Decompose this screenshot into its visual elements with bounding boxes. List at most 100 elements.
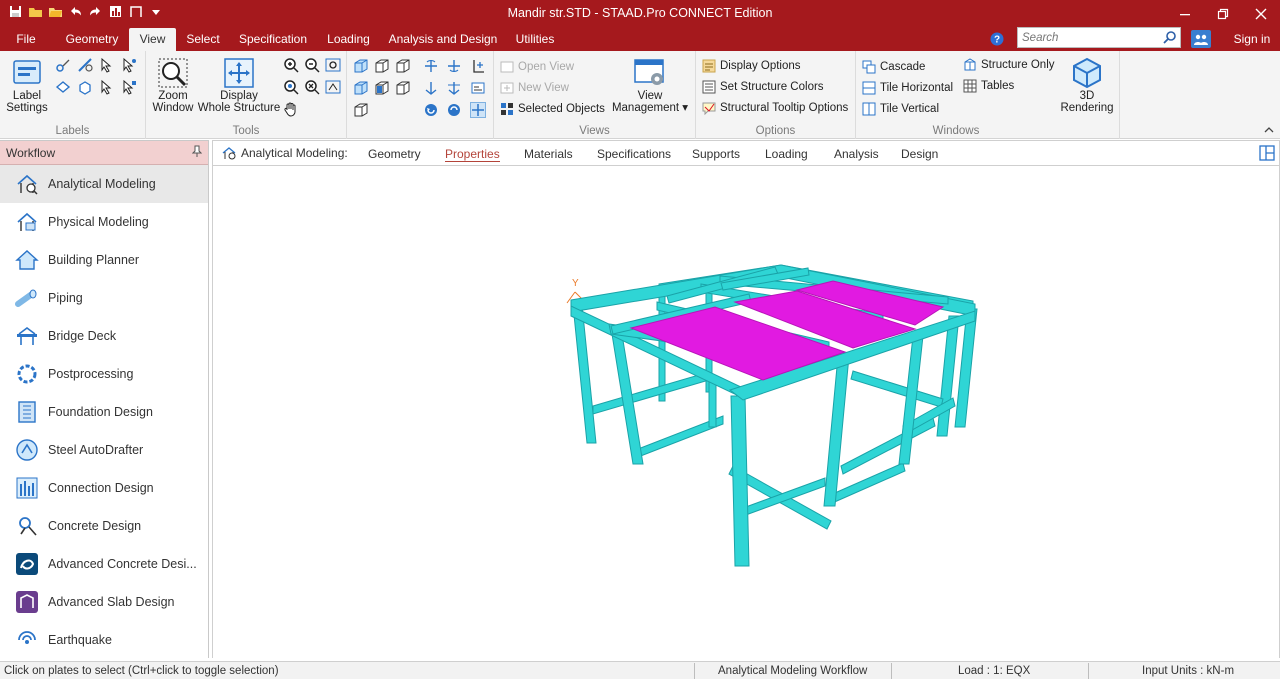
search-icon[interactable] [1163, 30, 1177, 47]
tie-beam [827, 462, 906, 505]
3d-rendering-button[interactable]: 3D Rendering [1058, 57, 1116, 114]
structure-only-button[interactable]: Structure Only [963, 58, 1055, 72]
house-icon [15, 248, 39, 272]
tile-vertical-button[interactable]: Tile Vertical [862, 102, 939, 116]
select-arrow-icon[interactable] [99, 57, 115, 73]
structure-viewport[interactable]: Y [212, 166, 1280, 658]
select-plate-arrow-icon[interactable] [121, 79, 137, 95]
front-view-icon[interactable] [353, 58, 369, 74]
tab-view[interactable]: View [129, 28, 176, 51]
workflow-item[interactable]: Connection Design [0, 469, 208, 507]
workflow-item[interactable]: Concrete Design [0, 507, 208, 545]
page-tab-specifications[interactable]: Specifications [597, 147, 671, 161]
rotate-down-icon[interactable] [446, 80, 462, 96]
set-structure-colors-button[interactable]: Set Structure Colors [702, 80, 824, 94]
minimize-button[interactable] [1166, 0, 1204, 28]
tab-file[interactable]: File [6, 28, 46, 51]
spin-left-icon[interactable] [423, 102, 439, 118]
workflow-item[interactable]: Piping [0, 279, 208, 317]
left-view-icon[interactable] [395, 58, 411, 74]
rotate-left-icon[interactable] [423, 58, 439, 74]
restore-button[interactable] [1204, 0, 1242, 28]
bottom-view-icon[interactable] [395, 80, 411, 96]
select-beam-arrow-icon[interactable] [99, 79, 115, 95]
right-view-icon[interactable] [353, 80, 369, 96]
page-tab-loading[interactable]: Loading [765, 147, 808, 161]
close-button[interactable] [1242, 0, 1280, 28]
selected-objects-label: Selected Objects [518, 103, 605, 115]
page-tab-properties[interactable]: Properties [445, 147, 500, 162]
rotate-axis-icon[interactable] [470, 58, 486, 74]
workflow-item[interactable]: Analytical Modeling [0, 165, 208, 203]
tables-button[interactable]: Tables [963, 79, 1014, 93]
tie-beam [840, 417, 936, 475]
cascade-button[interactable]: Cascade [862, 60, 925, 74]
status-load: Load : 1: EQX [958, 665, 1031, 677]
status-separator [694, 663, 695, 679]
tile-vertical-label: Tile Vertical [880, 103, 940, 115]
sign-in-link[interactable]: Sign in [1228, 28, 1276, 51]
tab-geometry[interactable]: Geometry [58, 28, 126, 51]
pan-hand-icon[interactable] [283, 101, 299, 117]
search-input[interactable] [1022, 30, 1162, 45]
help-icon[interactable]: ? [990, 32, 1004, 49]
tie-beam [850, 370, 944, 408]
display-options-button[interactable]: Display Options [702, 59, 801, 73]
users-icon[interactable] [1191, 30, 1211, 48]
open-view-button[interactable]: Open View [500, 60, 574, 74]
tab-select[interactable]: Select [181, 28, 225, 51]
pan-mode-icon[interactable] [470, 102, 486, 118]
page-tab-materials[interactable]: Materials [524, 147, 573, 161]
structure-model[interactable]: Y [213, 166, 1279, 658]
spin-right-icon[interactable] [446, 102, 462, 118]
page-tab-analysis[interactable]: Analysis [834, 147, 879, 161]
zoom-region-icon[interactable] [325, 79, 341, 95]
top-view-icon[interactable] [374, 80, 390, 96]
workflow-item[interactable]: Physical Modeling [0, 203, 208, 241]
workflow-item[interactable]: Postprocessing [0, 355, 208, 393]
tile-horizontal-button[interactable]: Tile Horizontal [862, 81, 953, 95]
zoom-dynamic-icon[interactable] [304, 79, 320, 95]
workflow-item[interactable]: Advanced Concrete Desi... [0, 545, 208, 583]
zoom-previous-icon[interactable] [283, 79, 299, 95]
selected-objects-button[interactable]: Selected Objects [500, 102, 605, 116]
page-tab-design[interactable]: Design [901, 147, 938, 161]
new-view-button[interactable]: New View [500, 81, 569, 95]
beam-number-icon[interactable] [77, 57, 93, 73]
workflow-item[interactable]: Earthquake [0, 621, 208, 659]
zoom-out-icon[interactable] [304, 57, 320, 73]
workflow-item[interactable]: Bridge Deck [0, 317, 208, 355]
view-box-icon[interactable] [470, 80, 486, 96]
select-node-arrow-icon[interactable] [121, 57, 137, 73]
page-tab-geometry[interactable]: Geometry [368, 147, 421, 161]
tab-utilities[interactable]: Utilities [510, 28, 560, 51]
solid-number-icon[interactable] [77, 79, 93, 95]
page-tab-supports[interactable]: Supports [692, 147, 740, 161]
workflow-item[interactable]: Steel AutoDrafter [0, 431, 208, 469]
back-view-icon[interactable] [374, 58, 390, 74]
view-management-button[interactable]: View Management ▾ [608, 57, 692, 114]
workflow-item[interactable]: Building Planner [0, 241, 208, 279]
collapse-ribbon-icon[interactable] [1264, 122, 1274, 136]
tab-analysis-and-design[interactable]: Analysis and Design [386, 28, 500, 51]
tile-horizontal-label: Tile Horizontal [880, 82, 954, 94]
isometric-view-icon[interactable] [353, 102, 369, 118]
rotate-right-icon[interactable] [446, 58, 462, 74]
workflow-item[interactable]: Advanced Slab Design [0, 583, 208, 621]
zoom-window-button[interactable]: Zoom Window [150, 57, 196, 114]
plate-number-icon[interactable] [55, 79, 71, 95]
zoom-extents-icon[interactable] [325, 57, 341, 73]
workflow-item[interactable]: Foundation Design [0, 393, 208, 431]
node-number-icon[interactable] [55, 57, 71, 73]
rotate-up-icon[interactable] [423, 80, 439, 96]
tab-specification[interactable]: Specification [234, 28, 312, 51]
structural-tooltip-options-button[interactable]: Structural Tooltip Options [702, 101, 848, 115]
pin-icon[interactable] [191, 145, 203, 160]
workflow-panel-header: Workflow [0, 141, 208, 165]
zoom-in-icon[interactable] [283, 57, 299, 73]
display-whole-structure-button[interactable]: Display Whole Structure [196, 57, 282, 114]
layout-toggle-icon[interactable] [1259, 145, 1275, 164]
label-settings-button[interactable]: Label Settings [4, 59, 50, 114]
tab-loading[interactable]: Loading [321, 28, 376, 51]
workflow-item-label: Postprocessing [48, 367, 134, 381]
